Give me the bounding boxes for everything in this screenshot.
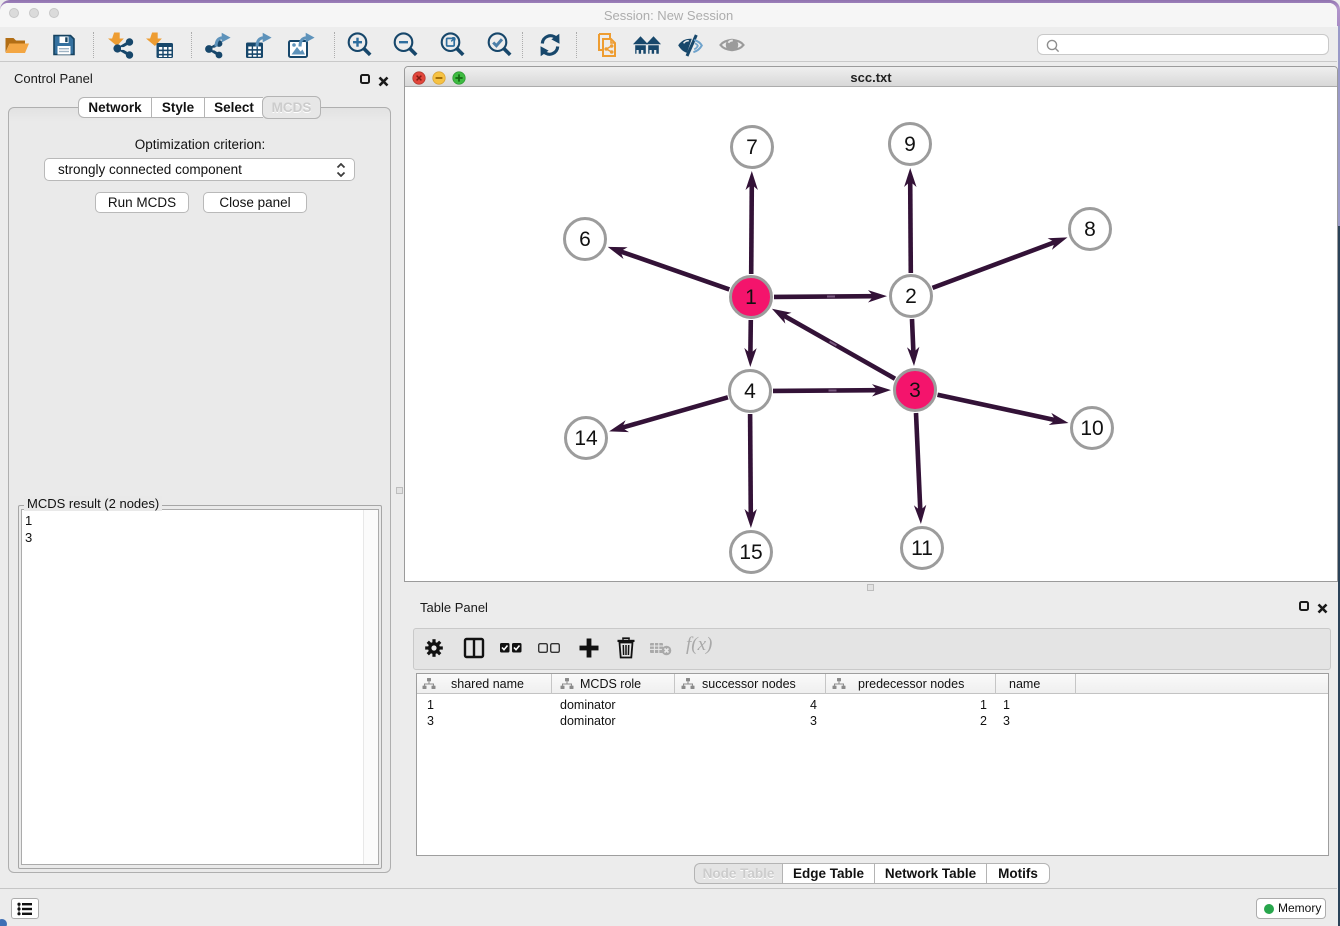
svg-text:1: 1 bbox=[745, 286, 757, 309]
svg-text:6: 6 bbox=[579, 228, 591, 251]
svg-text:14: 14 bbox=[574, 427, 598, 450]
svg-text:15: 15 bbox=[739, 541, 762, 564]
svg-text:10: 10 bbox=[1080, 417, 1103, 440]
svg-text:7: 7 bbox=[746, 136, 758, 159]
svg-text:4: 4 bbox=[744, 380, 756, 403]
svg-text:9: 9 bbox=[904, 133, 916, 156]
svg-text:2: 2 bbox=[905, 285, 917, 308]
svg-text:3: 3 bbox=[909, 379, 921, 402]
svg-text:11: 11 bbox=[911, 537, 933, 560]
svg-text:8: 8 bbox=[1084, 218, 1096, 241]
